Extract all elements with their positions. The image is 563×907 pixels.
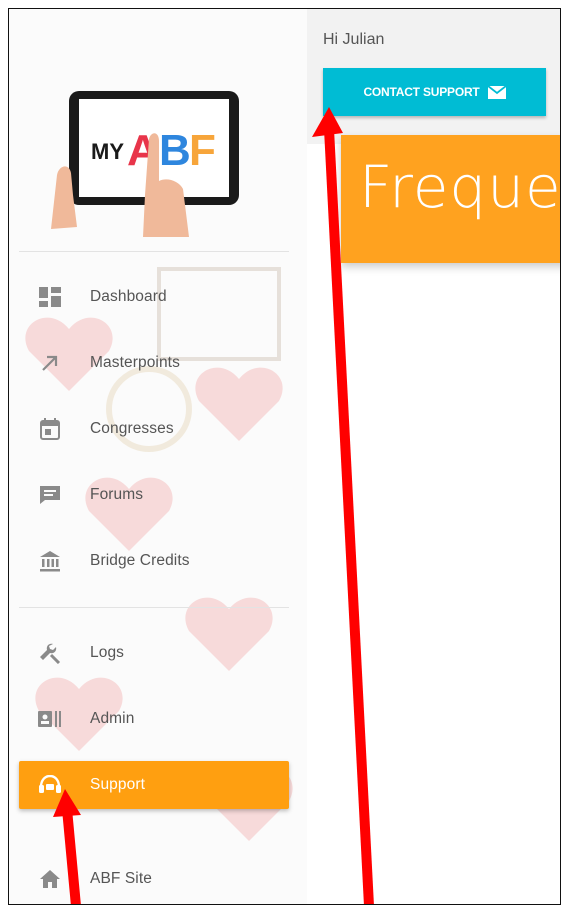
sidebar-item-label: Congresses xyxy=(90,420,174,437)
sidebar-item-label: Dashboard xyxy=(90,288,167,305)
sidebar-item-congresses[interactable]: Congresses xyxy=(19,405,289,453)
main-content: Hi Julian CONTACT SUPPORT Frequer xyxy=(307,9,561,904)
faq-title: Frequer xyxy=(359,153,561,221)
greeting-text: Hi Julian xyxy=(323,31,385,48)
sidebar-item-abf-site[interactable]: ABF Site xyxy=(19,855,289,903)
admin-id-icon xyxy=(37,706,63,732)
contact-support-label: CONTACT SUPPORT xyxy=(363,85,480,99)
app-frame: MY A B F Dashboard Masterpoints Congress… xyxy=(8,8,561,905)
sidebar-item-label: Bridge Credits xyxy=(90,552,190,569)
sidebar-item-dashboard[interactable]: Dashboard xyxy=(19,273,289,321)
svg-text:B: B xyxy=(159,126,191,175)
sidebar-item-bridge-credits[interactable]: Bridge Credits xyxy=(19,537,289,585)
faq-header-card: Frequer xyxy=(341,135,561,263)
sidebar-item-forums[interactable]: Forums xyxy=(19,471,289,519)
sidebar-item-logs[interactable]: Logs xyxy=(19,629,289,677)
myabf-logo: MY A B F xyxy=(51,91,239,237)
wrench-icon xyxy=(37,640,63,666)
sidebar-divider-bottom xyxy=(19,607,289,608)
bank-icon xyxy=(37,548,63,574)
sidebar-item-support[interactable]: Support xyxy=(19,761,289,809)
sidebar-item-label: Logs xyxy=(90,644,125,661)
sidebar-item-label: Forums xyxy=(90,486,144,503)
sidebar-item-label: ABF Site xyxy=(90,870,152,887)
support-icon xyxy=(37,772,63,798)
calendar-icon xyxy=(37,416,63,442)
svg-text:F: F xyxy=(189,126,216,175)
home-icon xyxy=(37,866,63,892)
forum-icon xyxy=(37,482,63,508)
sidebar-item-label: Admin xyxy=(90,710,135,727)
contact-support-button[interactable]: CONTACT SUPPORT xyxy=(323,68,546,116)
trending-arrow-icon xyxy=(37,350,63,376)
svg-text:MY: MY xyxy=(91,139,124,164)
sidebar-item-masterpoints[interactable]: Masterpoints xyxy=(19,339,289,387)
mail-icon xyxy=(487,85,506,99)
sidebar-divider-top xyxy=(19,251,289,252)
sidebar-item-label: Masterpoints xyxy=(90,354,180,371)
sidebar-item-admin[interactable]: Admin xyxy=(19,695,289,743)
dashboard-icon xyxy=(37,284,63,310)
sidebar-item-label: Support xyxy=(90,776,145,793)
sidebar: MY A B F Dashboard Masterpoints Congress… xyxy=(9,9,307,904)
